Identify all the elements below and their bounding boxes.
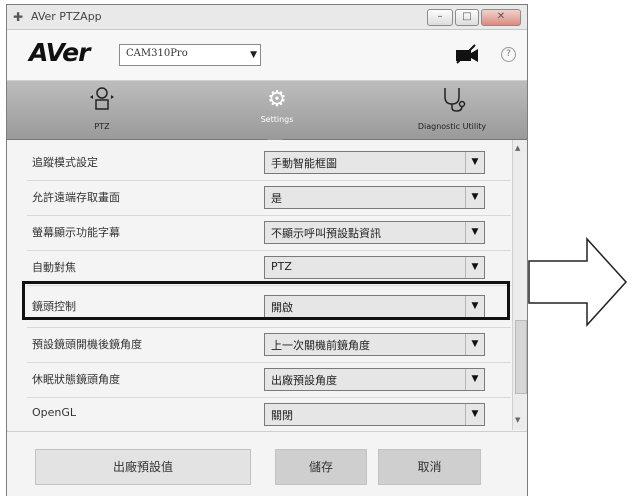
chevron-down-icon: ▼ [465,369,484,390]
tab-settings-label: Settings [260,115,294,124]
factory-default-button[interactable]: 出廠預設值 [35,449,251,485]
setting-select[interactable]: 上一次關機前鏡角度 ▼ [264,333,485,356]
chevron-down-icon: ▼ [465,187,484,208]
chevron-down-icon: ▼ [465,404,484,425]
setting-select[interactable]: 出廠預設角度 ▼ [264,368,485,391]
setting-label: OpenGL [32,406,77,419]
chevron-down-icon: ▼ [465,334,484,355]
maximize-button[interactable]: □ [455,9,479,26]
setting-value: 手動智能框圖 [271,157,337,170]
camera-select[interactable]: CAM310Pro ▼ [119,44,261,66]
scroll-up-icon[interactable]: ▲ [515,144,520,152]
app-header: AVer CAM310Pro ▼ ? [7,30,527,81]
setting-select[interactable]: 手動智能框圖 ▼ [264,151,485,174]
right-arrow-icon [525,235,631,333]
setting-select[interactable]: 關閉 ▼ [264,403,485,426]
camera-select-value: CAM310Pro [126,48,188,59]
chevron-down-icon: ▼ [250,50,257,60]
settings-row: 自動對焦 PTZ ▼ [7,251,511,284]
window-title: AVer PTZApp [31,10,102,23]
tab-ptz[interactable]: PTZ [62,81,142,139]
setting-value: 關閉 [271,409,293,422]
setting-value: 上一次關機前鏡角度 [271,339,370,352]
tab-diagnostic-utility[interactable]: Diagnostic Utility [402,81,502,139]
setting-label: 追蹤模式設定 [32,156,98,169]
help-icon[interactable]: ? [501,47,516,62]
cancel-button[interactable]: 取消 [378,449,481,485]
settings-row: OpenGL 關閉 ▼ [7,398,511,431]
setting-label: 螢幕顯示功能字幕 [32,226,120,239]
wifi-icon: ✚ [13,10,24,24]
setting-select[interactable]: 是 ▼ [264,186,485,209]
ptz-camera-icon [62,85,142,122]
setting-value: 不顯示呼叫預設點資訊 [271,227,381,240]
tab-diagnostic-utility-label: Diagnostic Utility [417,122,487,131]
gear-icon: ⚙ [267,87,287,112]
setting-select[interactable]: 不顯示呼叫預設點資訊 ▼ [264,221,485,244]
minimize-button[interactable]: – [427,9,453,26]
settings-row: 螢幕顯示功能字幕 不顯示呼叫預設點資訊 ▼ [7,216,511,249]
chevron-down-icon: ▼ [465,222,484,243]
setting-label: 預設鏡頭開機後鏡角度 [32,338,142,351]
settings-row: 追蹤模式設定 手動智能框圖 ▼ [7,146,511,179]
footer: 出廠預設值 儲存 取消 [7,431,527,496]
setting-label: 休眠狀態鏡頭角度 [32,373,120,386]
chevron-down-icon: ▼ [465,257,484,278]
chevron-down-icon: ▼ [465,152,484,173]
setting-label: 自動對焦 [32,261,76,274]
settings-row: 休眠狀態鏡頭角度 出廠預設角度 ▼ [7,363,511,396]
tab-bar: PTZ ⚙ Settings Diagnostic Utility [7,81,527,140]
setting-value: PTZ [271,260,292,273]
setting-label: 允許遠端存取畫面 [32,191,120,204]
highlight-box [22,281,510,320]
setting-value: 是 [271,192,282,205]
setting-select[interactable]: PTZ ▼ [264,256,485,279]
title-bar: ✚ AVer PTZApp – □ ✕ [7,5,527,30]
setting-value: 出廠預設角度 [271,374,337,387]
camera-off-icon[interactable] [453,44,481,64]
aver-logo: AVer [29,38,90,67]
tab-settings[interactable]: ⚙ Settings [237,81,317,139]
app-window: ✚ AVer PTZApp – □ ✕ AVer CAM310Pro ▼ ? P… [6,4,528,496]
settings-row: 允許遠端存取畫面 是 ▼ [7,181,511,214]
settings-row: 預設鏡頭開機後鏡角度 上一次關機前鏡角度 ▼ [7,328,511,361]
scroll-down-icon[interactable]: ▼ [515,416,520,424]
close-button[interactable]: ✕ [481,9,521,26]
stethoscope-icon [402,85,502,122]
save-button[interactable]: 儲存 [275,449,367,485]
tab-ptz-label: PTZ [94,122,110,131]
